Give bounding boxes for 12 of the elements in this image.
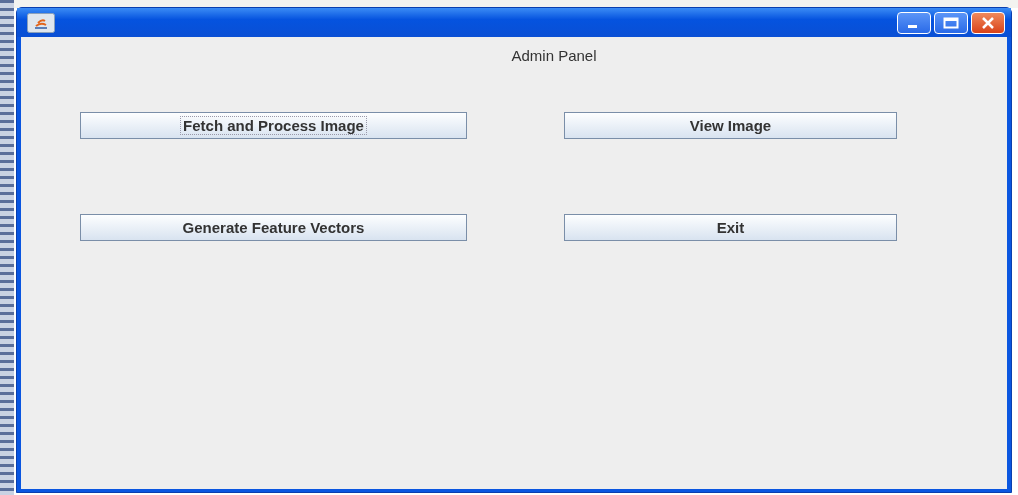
panel-heading: Admin Panel — [510, 47, 598, 64]
app-icon[interactable] — [27, 12, 55, 33]
action-button[interactable]: Fetch and Process Image — [80, 112, 467, 139]
action-button[interactable]: Generate Feature Vectors — [80, 214, 467, 241]
maximize-button[interactable] — [934, 11, 968, 34]
action-button[interactable]: View Image — [564, 112, 897, 139]
minimize-button[interactable] — [897, 11, 931, 34]
close-button[interactable] — [971, 11, 1005, 34]
action-button[interactable]: Exit — [564, 214, 897, 241]
minimize-icon — [907, 25, 917, 28]
maximize-icon — [943, 16, 959, 29]
close-icon — [981, 16, 995, 29]
